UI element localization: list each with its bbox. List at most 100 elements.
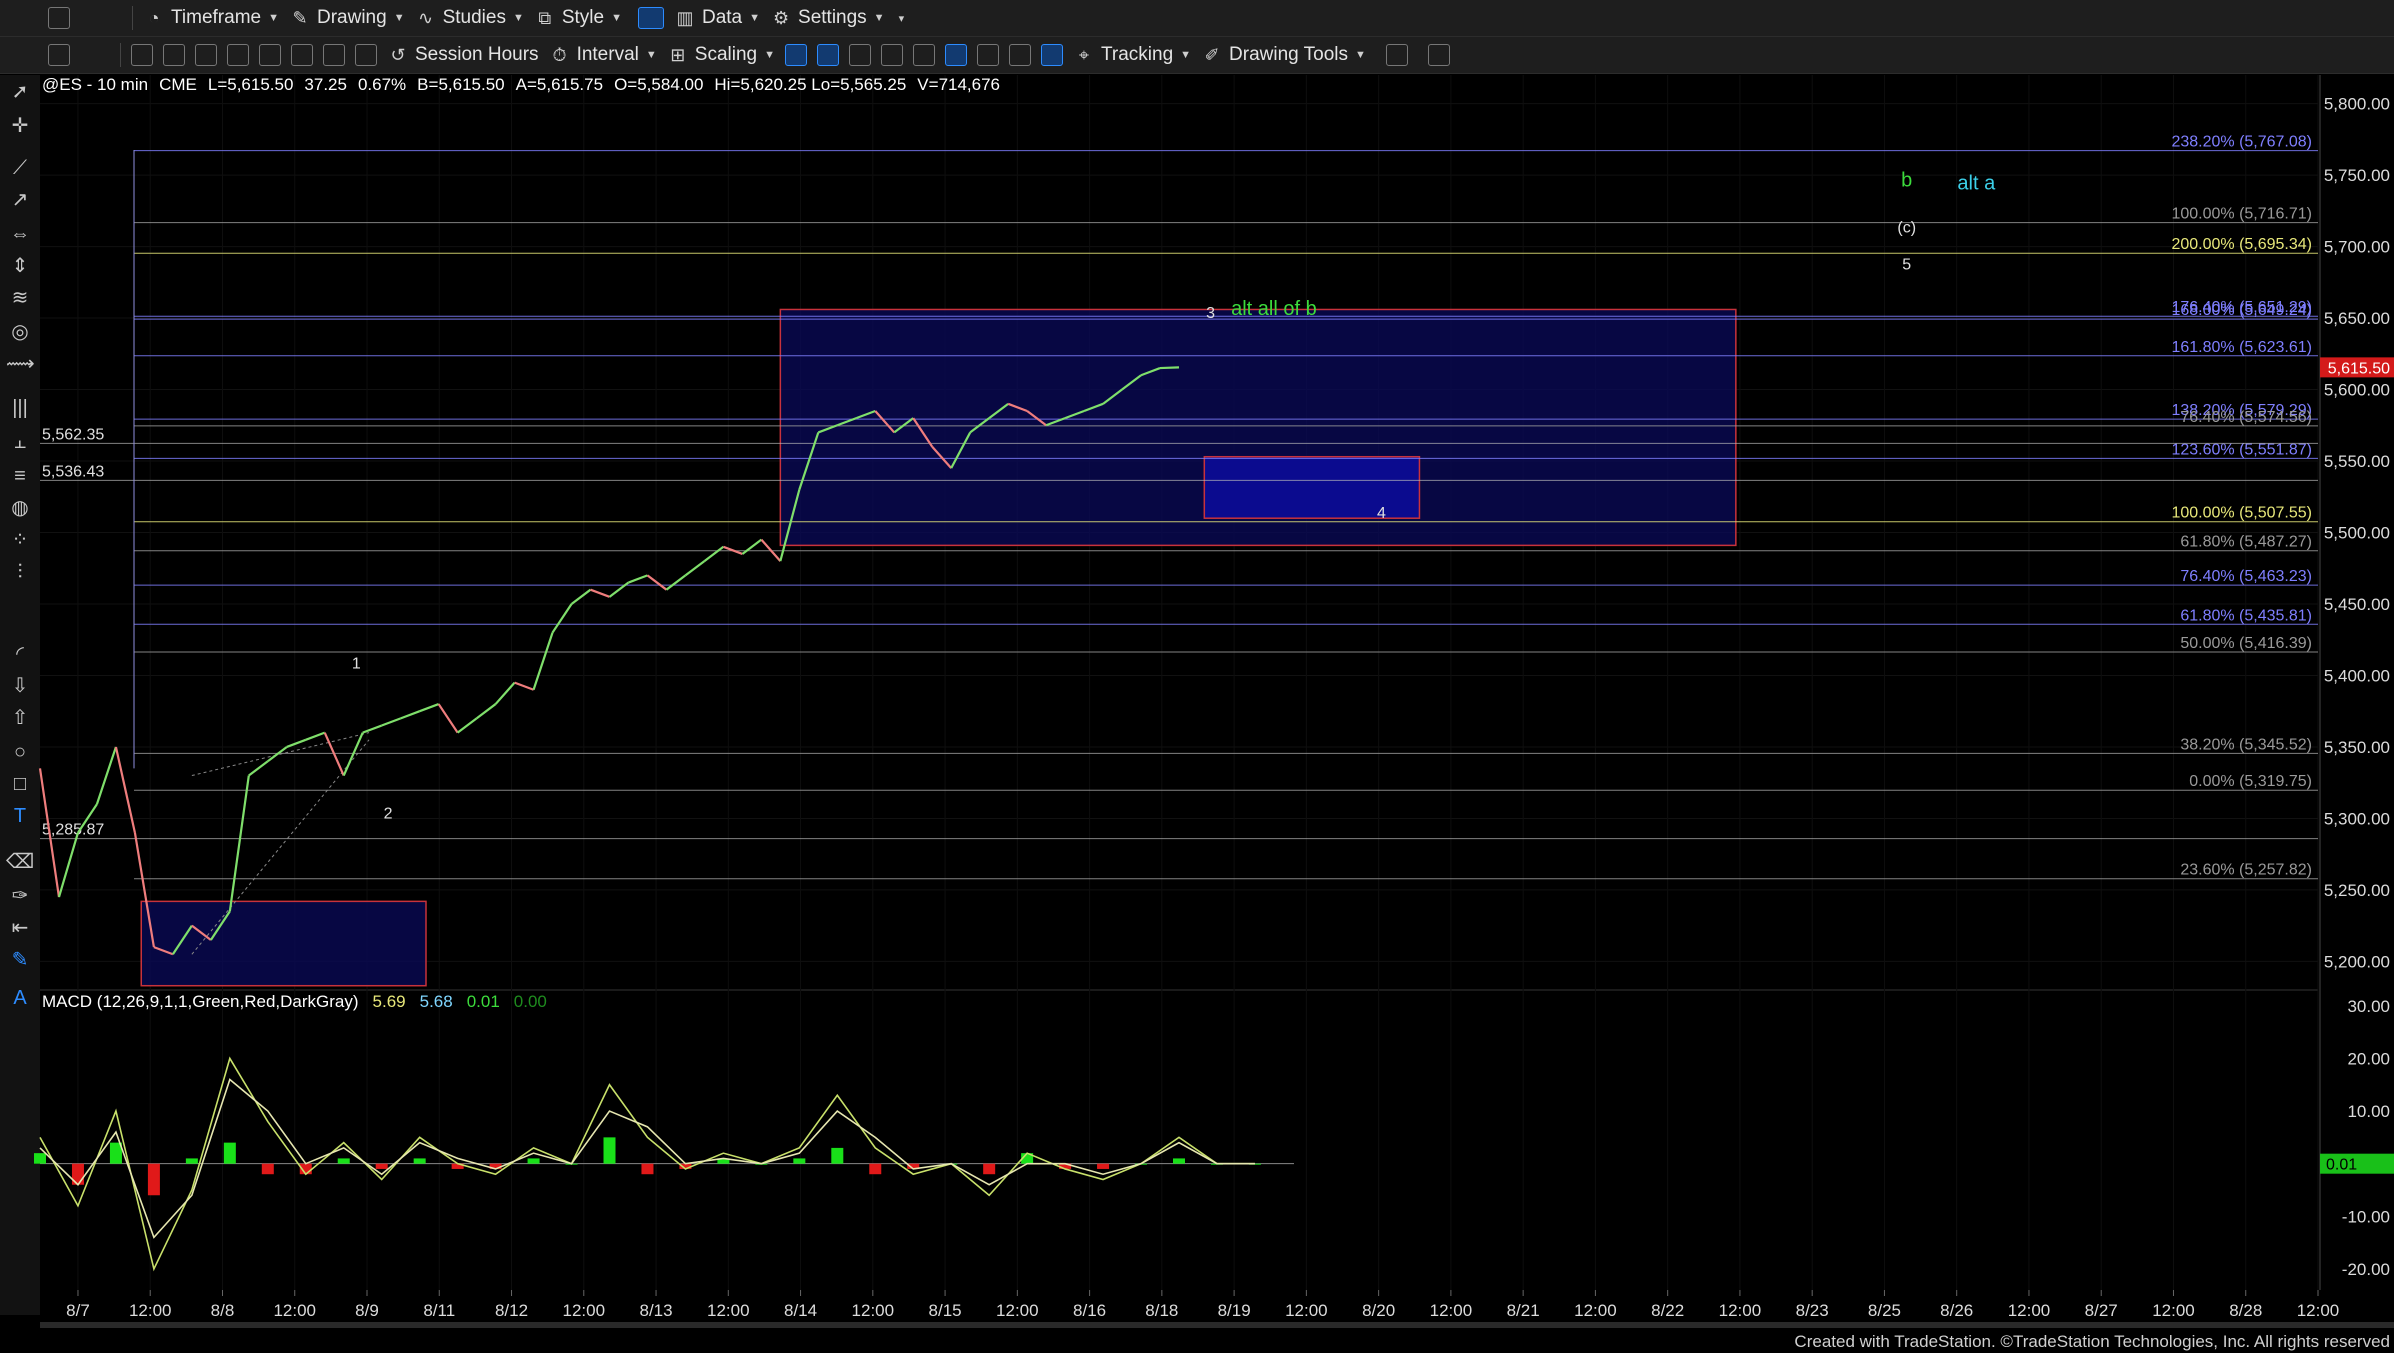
time-tick-label: 8/21 [1507, 1301, 1540, 1320]
macd-histogram-bar [1173, 1158, 1185, 1164]
fib-level-label: 200.00% (5,695.34) [2171, 236, 2312, 253]
macd-tick-label: 20.00 [2347, 1049, 2390, 1068]
time-tick-label: 12:00 [1574, 1301, 1617, 1320]
fib-level-label: 23.60% (5,257.82) [2180, 862, 2312, 879]
time-tick-label: 8/8 [211, 1301, 235, 1320]
time-tick-label: 12:00 [2008, 1301, 2051, 1320]
macd-histogram-bar [34, 1153, 46, 1164]
time-tick-label: 12:00 [996, 1301, 1039, 1320]
time-tick-label: 12:00 [1719, 1301, 1762, 1320]
price-tick-label: 5,200.00 [2324, 952, 2390, 971]
symbol-header-change: 37.25 [304, 75, 347, 94]
time-tick-label: 12:00 [1430, 1301, 1473, 1320]
macd-header-diff: 0.01 [467, 992, 500, 1011]
price-tick-label: 5,750.00 [2324, 166, 2390, 185]
macd-tick-label: 10.00 [2347, 1102, 2390, 1121]
price-chart[interactable]: 238.20% (5,767.08) 100.00% (5,716.71) 200.… [0, 0, 2394, 1353]
price-tick-label: 5,250.00 [2324, 881, 2390, 900]
macd-header-label: MACD (12,26,9,1,1,Green,Red,DarkGray) [42, 992, 359, 1011]
macd-histogram-bar [413, 1158, 426, 1164]
macd-header-zero: 0.00 [514, 992, 547, 1011]
time-tick-label: 8/12 [495, 1301, 528, 1320]
time-tick-label: 8/16 [1073, 1301, 1106, 1320]
price-tick-label: 5,600.00 [2324, 381, 2390, 400]
price-tick-label: 5,300.00 [2324, 809, 2390, 828]
time-tick-label: 12:00 [2297, 1301, 2340, 1320]
symbol-header-exchange: CME [159, 75, 197, 94]
time-tick-label: 8/25 [1868, 1301, 1901, 1320]
symbol-header-bid: B=5,615.50 [417, 75, 504, 94]
wave-label: 4 [1377, 505, 1386, 522]
fib-level-label: 76.40% (5,574.56) [2180, 409, 2312, 426]
symbol-header-ask: A=5,615.75 [516, 75, 603, 94]
footer: Created with TradeStation. ©TradeStation… [0, 1328, 2394, 1353]
macd-histogram-bar [831, 1147, 844, 1164]
macd-header-macd: 5.69 [373, 992, 406, 1011]
macd-current-label: 0.01 [2326, 1157, 2357, 1174]
copyright-text: Created with TradeStation. ©TradeStation… [1794, 1332, 2390, 1351]
time-tick-label: 8/13 [639, 1301, 672, 1320]
wave-label: (c) [1897, 219, 1916, 236]
fib-level-label: 100.00% (5,716.71) [2171, 206, 2312, 223]
price-level-label: 5,536.43 [42, 463, 104, 480]
price-tick-label: 5,400.00 [2324, 666, 2390, 685]
macd-histogram-bar [1097, 1163, 1110, 1169]
wave-label: 3 [1206, 305, 1215, 322]
price-tick-label: 5,550.00 [2324, 452, 2390, 471]
price-tick-label: 5,700.00 [2324, 238, 2390, 257]
fib-level-label: 0.00% (5,319.75) [2189, 773, 2312, 790]
last-price-label: 5,615.50 [2328, 360, 2390, 377]
macd-histogram-bar [527, 1158, 540, 1164]
fib-level-label: 238.20% (5,767.08) [2171, 134, 2312, 151]
wave-4-zone-box [1203, 455, 1421, 519]
time-tick-label: 12:00 [2152, 1301, 2195, 1320]
macd-histogram-bar [261, 1163, 274, 1175]
support-zone-box [140, 900, 427, 987]
macd-tick-label: -10.00 [2342, 1207, 2390, 1226]
symbol-header-hi-lo: Hi=5,620.25 Lo=5,565.25 [714, 75, 906, 94]
wave-label: 1 [352, 655, 361, 672]
fib-level-label: 76.40% (5,463.23) [2180, 568, 2312, 585]
macd-histogram-bar [223, 1142, 236, 1164]
macd-tick-label: 30.00 [2347, 997, 2390, 1016]
time-tick-label: 8/22 [1651, 1301, 1684, 1320]
time-tick-label: 12:00 [129, 1301, 172, 1320]
time-tick-label: 8/18 [1145, 1301, 1178, 1320]
fib-level-label: 123.60% (5,551.87) [2171, 441, 2312, 458]
symbol-header-open: O=5,584.00 [614, 75, 703, 94]
time-tick-label: 8/14 [784, 1301, 817, 1320]
time-tick-label: 12:00 [563, 1301, 606, 1320]
wave-label: alt a [1957, 172, 1996, 194]
time-tick-label: 8/20 [1362, 1301, 1395, 1320]
macd-header-signal: 5.68 [420, 992, 453, 1011]
symbol-header-symbol: @ES - 10 min [42, 75, 148, 94]
time-tick-label: 8/15 [929, 1301, 962, 1320]
wave-label: 2 [384, 805, 393, 822]
macd-histogram-bar [983, 1163, 996, 1175]
price-tick-label: 5,350.00 [2324, 738, 2390, 757]
macd-histogram-bar [869, 1163, 882, 1175]
price-level-label: 5,562.35 [42, 426, 104, 443]
time-tick-label: 12:00 [1285, 1301, 1328, 1320]
wave-label: b [1901, 170, 1912, 192]
fib-level-label: 61.80% (5,435.81) [2180, 607, 2312, 624]
fib-level-label: 168.00% (5,649.24) [2171, 302, 2312, 319]
wave-label: 5 [1902, 256, 1911, 273]
macd-histogram-bar [641, 1163, 654, 1175]
symbol-header-last: L=5,615.50 [208, 75, 294, 94]
price-tick-label: 5,450.00 [2324, 595, 2390, 614]
time-tick-label: 8/28 [2229, 1301, 2262, 1320]
fib-level-label: 38.20% (5,345.52) [2180, 736, 2312, 753]
macd-pane [40, 990, 2318, 1290]
price-tick-label: 5,800.00 [2324, 95, 2390, 114]
time-tick-label: 8/9 [355, 1301, 379, 1320]
fib-level-label: 161.80% (5,623.61) [2171, 339, 2312, 356]
time-tick-label: 12:00 [852, 1301, 895, 1320]
symbol-header-volume: V=714,676 [917, 75, 1000, 94]
fib-level-label: 61.80% (5,487.27) [2180, 534, 2312, 551]
fib-level-label: 100.00% (5,507.55) [2171, 505, 2312, 522]
wave-label: alt all of b [1231, 298, 1317, 320]
macd-histogram-bar [185, 1158, 198, 1164]
price-tick-label: 5,500.00 [2324, 524, 2390, 543]
macd-histogram-bar [793, 1158, 806, 1164]
